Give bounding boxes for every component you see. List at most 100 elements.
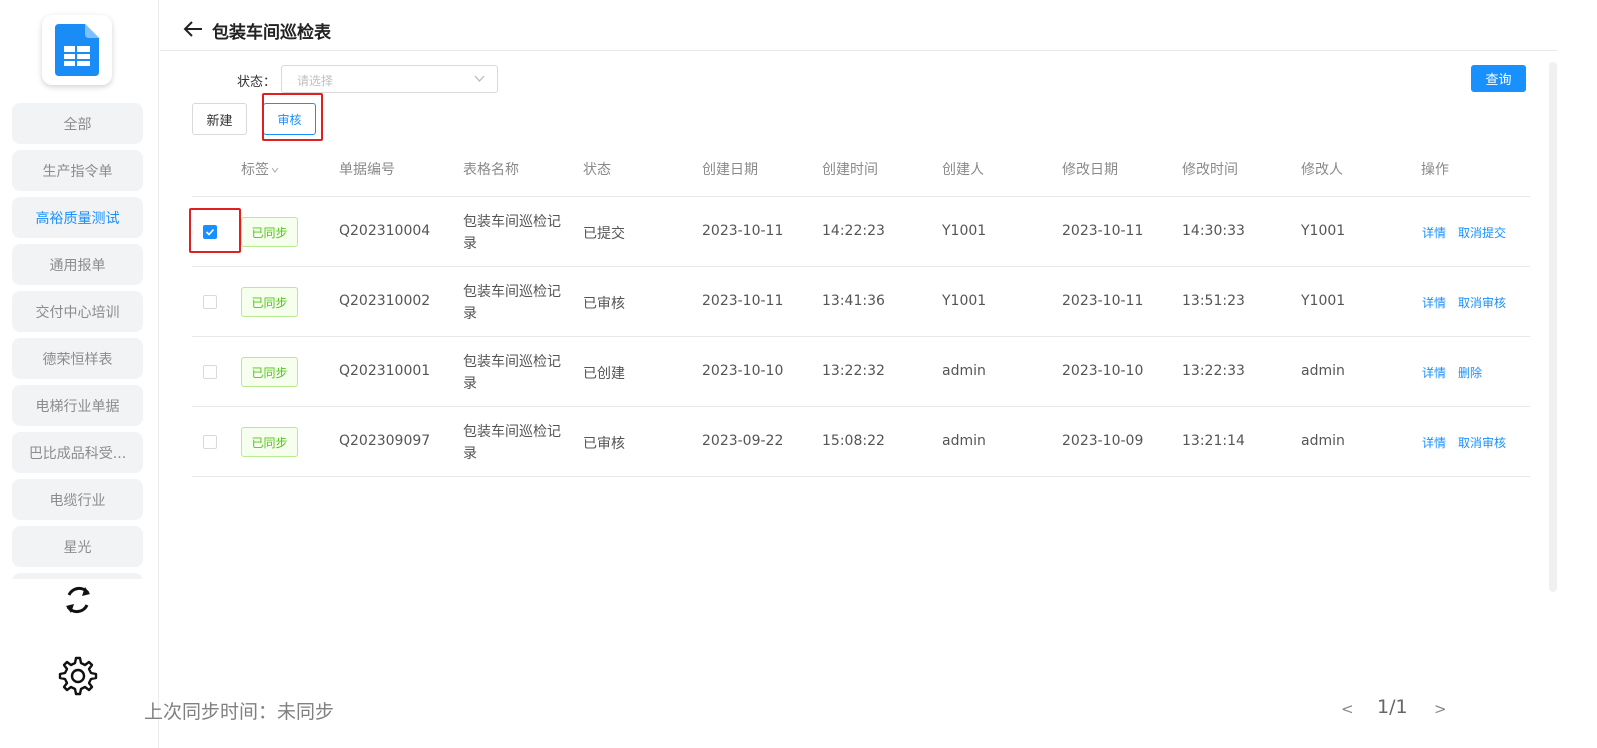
sync-tag: 已同步 — [241, 427, 298, 457]
cell-code: Q202309097 — [339, 433, 431, 449]
column-header-modify-time: 修改时间 — [1182, 162, 1238, 178]
sidebar-item-general-report[interactable]: 通用报单 — [12, 244, 143, 285]
cell-modify-time: 14:30:33 — [1182, 223, 1245, 239]
sidebar: 全部 生产指令单 高裕质量测试 通用报单 交付中心培训 德荣恒样表 电梯行业单据… — [0, 0, 159, 748]
cell-modifier: Y1001 — [1301, 223, 1346, 239]
cell-create-date: 2023-10-11 — [702, 293, 784, 309]
table-row: 已同步 Q202310004 包装车间巡检记录 已提交 2023-10-11 1… — [192, 197, 1530, 267]
cell-modify-date: 2023-10-10 — [1062, 363, 1144, 379]
highlight-box-checkbox — [189, 208, 241, 253]
cell-modify-date: 2023-10-11 — [1062, 293, 1144, 309]
cell-modifier: admin — [1301, 363, 1345, 379]
sidebar-item-xingguang[interactable]: 星光 — [12, 526, 143, 567]
app-logo — [42, 15, 112, 85]
column-header-actions: 操作 — [1421, 162, 1449, 178]
cell-modify-time: 13:21:14 — [1182, 433, 1245, 449]
detail-link[interactable]: 详情 — [1422, 294, 1446, 311]
back-arrow-icon[interactable] — [182, 18, 204, 40]
cancel-review-link[interactable]: 取消审核 — [1458, 434, 1506, 451]
cell-code: Q202310002 — [339, 293, 431, 309]
vertical-scrollbar[interactable] — [1549, 62, 1557, 592]
cancel-submit-link[interactable]: 取消提交 — [1458, 224, 1506, 241]
cell-creator: admin — [942, 363, 986, 379]
sidebar-item-derongheng-sample[interactable]: 德荣恒样表 — [12, 338, 143, 379]
new-button[interactable]: 新建 — [192, 103, 247, 135]
column-header-create-time: 创建时间 — [822, 162, 878, 178]
column-header-tag[interactable]: 标签 — [241, 159, 279, 179]
cell-status: 已提交 — [583, 226, 625, 242]
row-checkbox[interactable] — [203, 365, 217, 379]
table-row: 已同步 Q202310002 包装车间巡检记录 已审核 2023-10-11 1… — [192, 267, 1530, 337]
cell-status: 已审核 — [583, 436, 625, 452]
sync-icon[interactable] — [59, 581, 97, 619]
cell-creator: Y1001 — [942, 293, 987, 309]
chevron-down-icon — [474, 75, 485, 82]
column-header-code: 单据编号 — [339, 162, 395, 178]
pagination-prev-button[interactable]: < — [1341, 700, 1354, 718]
sidebar-item-more[interactable] — [12, 573, 143, 579]
cell-status: 已创建 — [583, 366, 625, 382]
highlight-box-review — [262, 93, 323, 141]
sync-tag: 已同步 — [241, 287, 298, 317]
sidebar-nav: 全部 生产指令单 高裕质量测试 通用报单 交付中心培训 德荣恒样表 电梯行业单据… — [12, 103, 143, 579]
cell-modifier: Y1001 — [1301, 293, 1346, 309]
table-row: 已同步 Q202309097 包装车间巡检记录 已审核 2023-09-22 1… — [192, 407, 1530, 477]
cell-name: 包装车间巡检记录 — [463, 424, 561, 462]
records-table: 标签 单据编号 表格名称 状态 创建日期 创建时间 创建人 修改日期 修改时间 … — [192, 140, 1530, 477]
pagination-indicator: 1/1 — [1377, 696, 1408, 718]
table-row: 已同步 Q202310001 包装车间巡检记录 已创建 2023-10-10 1… — [192, 337, 1530, 407]
sidebar-item-babi-products[interactable]: 巴比成品科受... — [12, 432, 143, 473]
cell-name: 包装车间巡检记录 — [463, 284, 561, 322]
cell-create-time: 14:22:23 — [822, 223, 885, 239]
sidebar-item-delivery-training[interactable]: 交付中心培训 — [12, 291, 143, 332]
table-header-row: 标签 单据编号 表格名称 状态 创建日期 创建时间 创建人 修改日期 修改时间 … — [192, 140, 1530, 197]
cell-creator: Y1001 — [942, 223, 987, 239]
cell-name: 包装车间巡检记录 — [463, 354, 561, 392]
sidebar-item-all[interactable]: 全部 — [12, 103, 143, 144]
cell-modifier: admin — [1301, 433, 1345, 449]
cell-modify-time: 13:51:23 — [1182, 293, 1245, 309]
cell-code: Q202310001 — [339, 363, 431, 379]
cell-creator: admin — [942, 433, 986, 449]
cell-modify-date: 2023-10-11 — [1062, 223, 1144, 239]
sync-tag: 已同步 — [241, 357, 298, 387]
page-title: 包装车间巡检表 — [212, 23, 331, 43]
column-header-modifier: 修改人 — [1301, 162, 1343, 178]
row-checkbox[interactable] — [203, 435, 217, 449]
cell-create-time: 13:22:32 — [822, 363, 885, 379]
sync-status-text: 上次同步时间：未同步 — [144, 701, 335, 723]
detail-link[interactable]: 详情 — [1422, 364, 1446, 381]
sidebar-item-elevator-docs[interactable]: 电梯行业单据 — [12, 385, 143, 426]
column-header-status: 状态 — [583, 162, 611, 178]
chevron-down-icon — [271, 167, 279, 173]
spreadsheet-icon — [55, 24, 99, 76]
sync-tag: 已同步 — [241, 217, 298, 247]
detail-link[interactable]: 详情 — [1422, 224, 1446, 241]
pagination-next-button[interactable]: > — [1434, 700, 1447, 718]
cell-create-time: 15:08:22 — [822, 433, 885, 449]
cell-create-date: 2023-10-10 — [702, 363, 784, 379]
delete-link[interactable]: 删除 — [1458, 364, 1482, 381]
app-window: 全部 生产指令单 高裕质量测试 通用报单 交付中心培训 德荣恒样表 电梯行业单据… — [0, 0, 1597, 748]
cancel-review-link[interactable]: 取消审核 — [1458, 294, 1506, 311]
detail-link[interactable]: 详情 — [1422, 434, 1446, 451]
cell-create-date: 2023-09-22 — [702, 433, 784, 449]
row-checkbox[interactable] — [203, 295, 217, 309]
sidebar-item-quality-test[interactable]: 高裕质量测试 — [12, 197, 143, 238]
page-header: 包装车间巡检表 — [160, 0, 1557, 51]
column-header-create-date: 创建日期 — [702, 162, 758, 178]
cell-modify-time: 13:22:33 — [1182, 363, 1245, 379]
cell-status: 已审核 — [583, 296, 625, 312]
column-header-modify-date: 修改日期 — [1062, 162, 1118, 178]
cell-name: 包装车间巡检记录 — [463, 214, 561, 252]
cell-code: Q202310004 — [339, 223, 431, 239]
status-select-placeholder: 请选择 — [297, 74, 334, 88]
column-header-name: 表格名称 — [463, 162, 519, 178]
sidebar-item-cable-industry[interactable]: 电缆行业 — [12, 479, 143, 520]
gear-icon[interactable] — [57, 655, 99, 697]
query-button[interactable]: 查询 — [1471, 65, 1526, 92]
cell-create-time: 13:41:36 — [822, 293, 885, 309]
cell-modify-date: 2023-10-09 — [1062, 433, 1144, 449]
status-select[interactable]: 请选择 — [281, 65, 498, 93]
sidebar-item-production-order[interactable]: 生产指令单 — [12, 150, 143, 191]
